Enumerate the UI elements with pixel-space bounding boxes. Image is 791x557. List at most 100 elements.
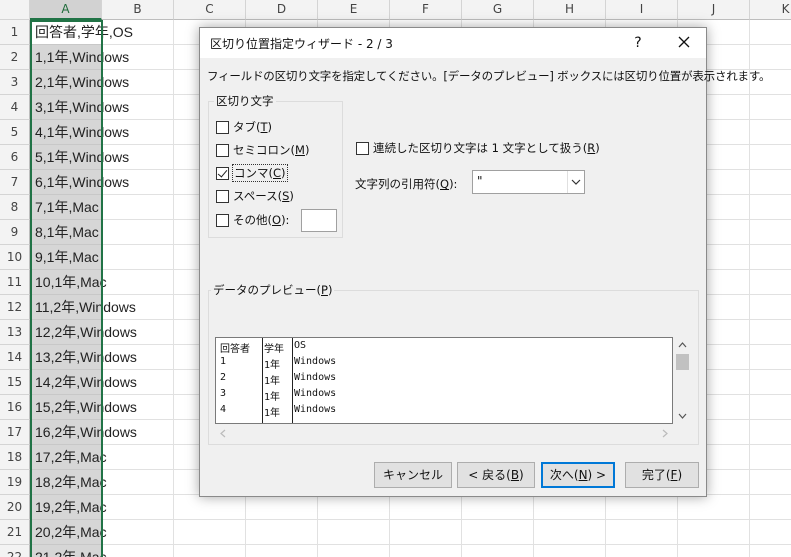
consecutive-label: 連続した区切り文字は 1 文字として扱う(R) [373,141,600,155]
row-header[interactable]: 9 [0,220,30,245]
row-header[interactable]: 22 [0,545,30,557]
row-header[interactable]: 2 [0,45,30,70]
row-header[interactable]: 6 [0,145,30,170]
row-header[interactable]: 16 [0,395,30,420]
preview-column-break[interactable] [292,338,293,423]
space-checkbox-box[interactable] [216,189,229,203]
tab-checkbox-box[interactable] [216,120,229,134]
row-header[interactable]: 7 [0,170,30,195]
preview-cell: Windows [294,388,337,399]
data-preview-grid[interactable]: 回答者 1 2 3 4 学年 1年 1年 1年 1年 OS Windows Windows Windows… [215,337,673,424]
column-header-c[interactable]: C [174,0,246,20]
cell-text: 13,2年,Windows [35,349,137,365]
preview-cell: 1年 [264,408,281,419]
row-header[interactable]: 4 [0,95,30,120]
preview-header-cell: OS [294,340,307,351]
column-header-k[interactable]: K [750,0,791,20]
row-header[interactable]: 8 [0,195,30,220]
row-header[interactable]: 17 [0,420,30,445]
close-icon [678,36,690,48]
row-header[interactable]: 13 [0,320,30,345]
preview-cell: 3 [220,388,227,399]
column-header-f[interactable]: F [390,0,462,20]
scroll-left-icon[interactable] [215,425,231,441]
text-qualifier-value: " [477,174,483,188]
cell-text: 10,1年,Mac [35,274,107,290]
column-header-h[interactable]: H [534,0,606,20]
column-header-d[interactable]: D [246,0,318,20]
tab-checkbox[interactable]: タブ(T) [216,118,272,136]
column-header-i[interactable]: I [606,0,678,20]
column-header-b[interactable]: B [102,0,174,20]
other-delimiter-input[interactable] [301,209,337,232]
chevron-down-icon[interactable] [567,171,584,193]
delimiters-group-title: 区切り文字 [214,93,276,109]
preview-header-cell: 学年 [264,344,284,355]
comma-checkbox-box[interactable] [216,166,229,180]
next-button[interactable]: 次へ(N) > [541,462,615,488]
cell-text: 16,2年,Windows [35,424,137,440]
row-header[interactable]: 18 [0,445,30,470]
cell-text: 14,2年,Windows [35,374,137,390]
row-header[interactable]: 3 [0,70,30,95]
cell-text: 2,1年,Windows [35,74,130,90]
semicolon-label: セミコロン(M) [233,143,310,157]
cell-text: 1,1年,Windows [35,49,130,65]
column-header-g[interactable]: G [462,0,534,20]
row-header[interactable]: 15 [0,370,30,395]
column-header-a[interactable]: A [30,0,102,20]
cell-text: 4,1年,Windows [35,124,130,140]
vertical-scroll-thumb[interactable] [676,354,689,370]
preview-cell: Windows [294,356,337,367]
row-header[interactable]: 12 [0,295,30,320]
column-gridline [749,20,750,557]
scroll-right-icon[interactable] [657,425,673,441]
finish-button[interactable]: 完了(F) [625,462,699,488]
help-button[interactable]: ? [623,31,653,55]
other-checkbox-box[interactable] [216,213,229,227]
scroll-up-icon[interactable] [674,337,691,353]
cell-text: 回答者,学年,OS [35,24,134,40]
preview-horizontal-scrollbar[interactable] [215,425,673,441]
row-header[interactable]: 20 [0,495,30,520]
cell-text: 6,1年,Windows [35,174,130,190]
preview-cell: 1年 [264,392,281,403]
close-button[interactable] [668,31,700,55]
row-header[interactable]: 1 [0,20,30,45]
column-header-j[interactable]: J [678,0,750,20]
other-checkbox[interactable]: その他(O): [216,211,289,229]
preview-cell: 2 [220,372,227,383]
scroll-down-icon[interactable] [674,408,691,424]
preview-column-break[interactable] [262,338,263,423]
row-header[interactable]: 11 [0,270,30,295]
other-label: その他(O): [233,213,290,227]
text-qualifier-select[interactable]: " [472,170,585,194]
preview-cell: 1 [220,356,227,367]
delimiters-group: 区切り文字 タブ(T) セミコロン(M) コンマ(C) スペース(S) その他(… [208,93,343,238]
cell-text: 15,2年,Windows [35,399,137,415]
semicolon-checkbox[interactable]: セミコロン(M) [216,141,309,159]
cell-text: 8,1年,Mac [35,224,99,240]
row-header[interactable]: 19 [0,470,30,495]
column-header-e[interactable]: E [318,0,390,20]
select-all-corner[interactable] [0,0,30,20]
row-header[interactable]: 21 [0,520,30,545]
row-header[interactable]: 10 [0,245,30,270]
space-checkbox[interactable]: スペース(S) [216,187,294,205]
consecutive-checkbox-box[interactable] [356,141,369,155]
comma-checkbox[interactable]: コンマ(C) [216,164,288,182]
cell-text: 18,2年,Mac [35,474,107,490]
semicolon-checkbox-box[interactable] [216,143,229,157]
cell-text: 12,2年,Windows [35,324,137,340]
back-button[interactable]: < 戻る(B) [457,462,535,488]
row-header[interactable]: 14 [0,345,30,370]
text-qualifier-label: 文字列の引用符(Q): [355,177,458,191]
preview-cell: 4 [220,404,227,415]
cancel-button[interactable]: キャンセル [374,462,452,488]
row-header[interactable]: 5 [0,120,30,145]
preview-vertical-scrollbar[interactable] [674,337,691,424]
preview-label: データのプレビュー(P) [211,282,335,298]
cell-text: 17,2年,Mac [35,449,107,465]
cell-text: 5,1年,Windows [35,149,130,165]
consecutive-delimiters-checkbox[interactable]: 連続した区切り文字は 1 文字として扱う(R) [356,139,600,157]
